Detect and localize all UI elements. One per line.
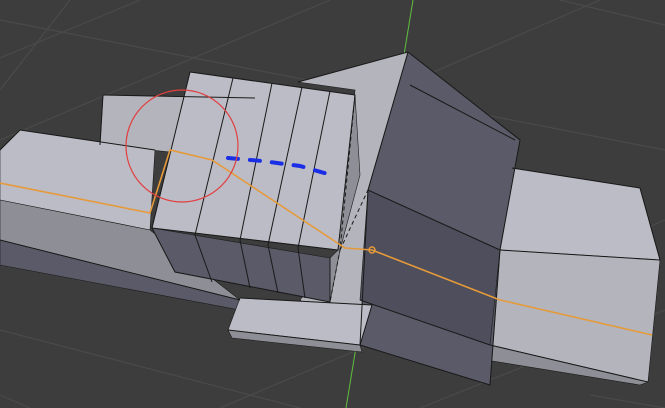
viewport-canvas[interactable] xyxy=(0,0,665,408)
3d-viewport[interactable] xyxy=(0,0,665,408)
